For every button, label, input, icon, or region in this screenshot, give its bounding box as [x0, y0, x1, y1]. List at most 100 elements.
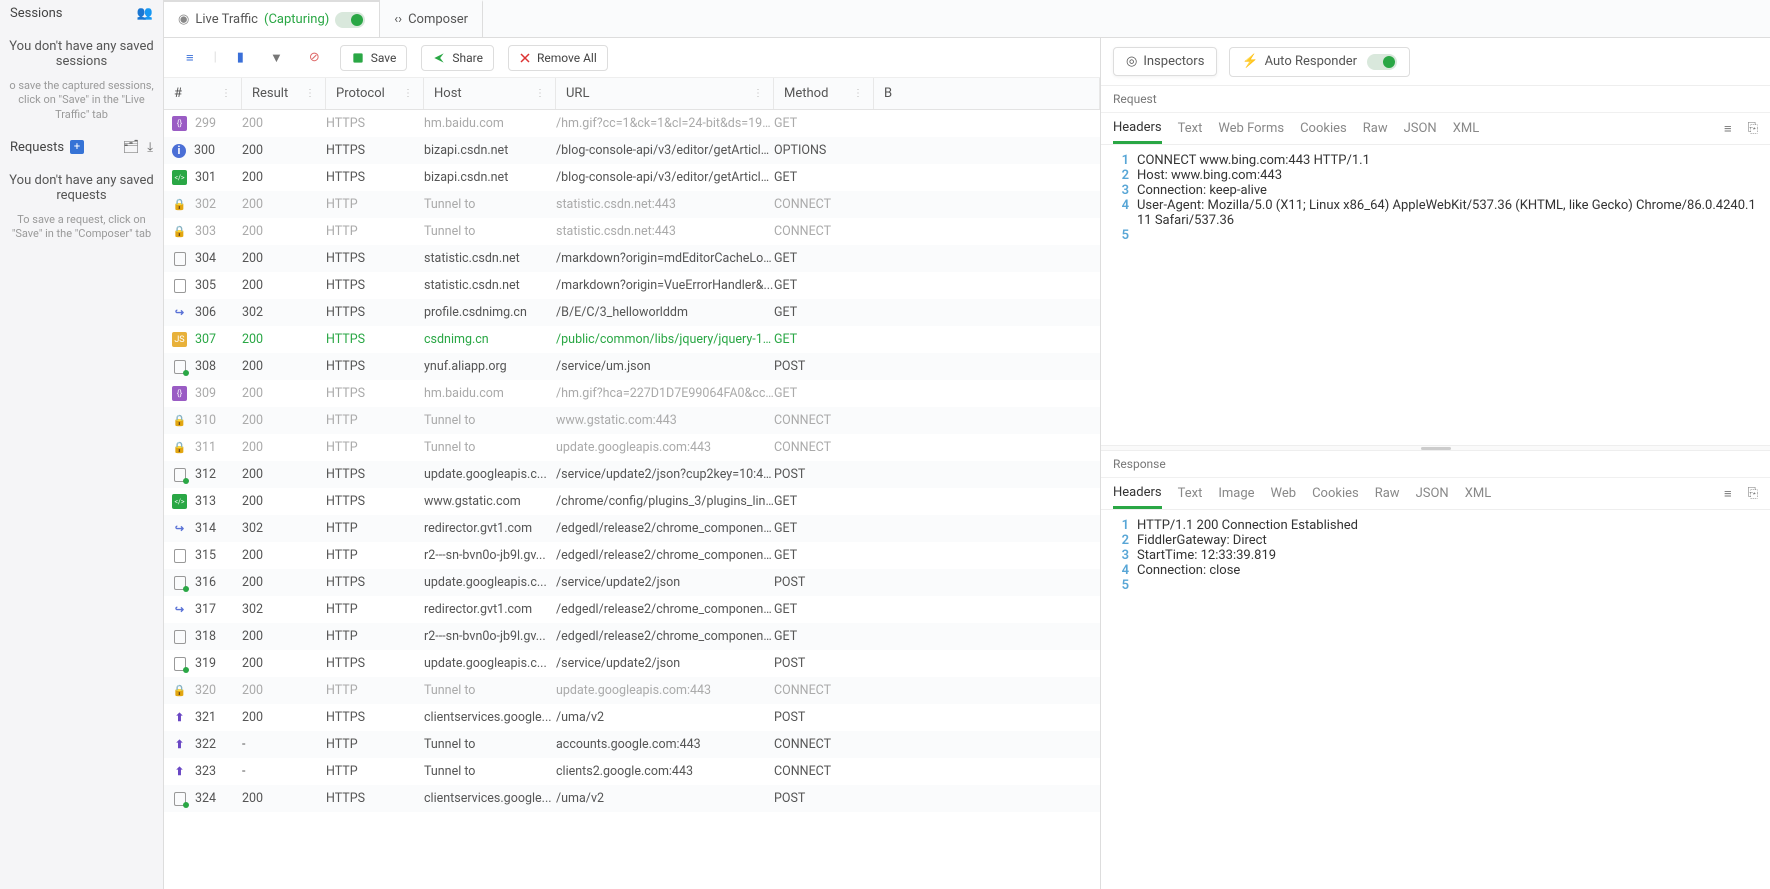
filter-icon[interactable]: ▼: [264, 46, 289, 70]
stream-icon[interactable]: ≡: [180, 46, 200, 70]
inspector-subtab[interactable]: Headers: [1113, 114, 1162, 144]
col-index[interactable]: #⋮: [164, 78, 242, 109]
composer-icon: ‹›: [394, 12, 402, 27]
add-request-icon[interactable]: +: [70, 140, 84, 154]
requests-import-icon[interactable]: ⤓: [147, 140, 153, 155]
inspector-panel: ◎ Inspectors ⚡ Auto Responder Request He…: [1100, 38, 1770, 889]
table-row[interactable]: </>313200HTTPSwww.gstatic.com/chrome/con…: [164, 488, 1100, 515]
table-row[interactable]: 304200HTTPSstatistic.csdn.net/markdown?o…: [164, 245, 1100, 272]
inspector-subtab[interactable]: Cookies: [1300, 115, 1347, 142]
table-row[interactable]: 315200HTTPr2---sn-bvn0o-jb9l.gv.../edged…: [164, 542, 1100, 569]
share-button[interactable]: Share: [421, 45, 494, 71]
autoresponder-label: Auto Responder: [1265, 54, 1357, 69]
sessions-empty: You don't have any saved sessions: [0, 27, 163, 75]
table-row[interactable]: ⬆321200HTTPSclientservices.google.../uma…: [164, 704, 1100, 731]
table-row[interactable]: {}309200HTTPShm.baidu.com/hm.gif?hca=227…: [164, 380, 1100, 407]
inspector-subtab[interactable]: Text: [1178, 115, 1203, 142]
sessions-hint: o save the captured sessions, click on "…: [0, 75, 163, 134]
table-row[interactable]: JS307200HTTPScsdnimg.cn/public/common/li…: [164, 326, 1100, 353]
requests-hint: To save a request, click on "Save" in th…: [0, 209, 163, 254]
popout-icon[interactable]: ⎘: [1748, 486, 1758, 501]
inspector-tabs: ◎ Inspectors ⚡ Auto Responder: [1101, 38, 1770, 86]
table-row[interactable]: ↪317302HTTPredirector.gvt1.com/edgedl/re…: [164, 596, 1100, 623]
table-row[interactable]: 🔒311200HTTPTunnel toupdate.googleapis.co…: [164, 434, 1100, 461]
col-extra[interactable]: B: [874, 78, 1100, 109]
share-label: Share: [452, 51, 483, 65]
requests-folder-icon[interactable]: 🗂: [123, 140, 140, 155]
table-row[interactable]: 316200HTTPSupdate.googleapis.c.../servic…: [164, 569, 1100, 596]
request-headers-view[interactable]: 1CONNECT www.bing.com:443 HTTP/1.12Host:…: [1101, 145, 1770, 445]
tab-composer-label: Composer: [408, 12, 468, 27]
col-protocol[interactable]: Protocol⋮: [326, 78, 424, 109]
save-button[interactable]: Save: [340, 45, 408, 71]
requests-header[interactable]: Requests + 🗂 ⤓: [0, 134, 163, 161]
inspectors-label: Inspectors: [1143, 54, 1204, 69]
main-tabs: ◉ Live Traffic (Capturing) ‹› Composer: [164, 0, 1770, 38]
sidebar: Sessions 👥 You don't have any saved sess…: [0, 0, 164, 889]
table-row[interactable]: 🔒303200HTTPTunnel tostatistic.csdn.net:4…: [164, 218, 1100, 245]
table-row[interactable]: 🔒320200HTTPTunnel toupdate.googleapis.co…: [164, 677, 1100, 704]
col-method[interactable]: Method⋮: [774, 78, 874, 109]
col-url[interactable]: URL⋮: [556, 78, 774, 109]
table-row[interactable]: {}299200HTTPShm.baidu.com/hm.gif?cc=1&ck…: [164, 110, 1100, 137]
inspector-subtab[interactable]: Headers: [1113, 479, 1162, 509]
main: ◉ Live Traffic (Capturing) ‹› Composer ≡…: [164, 0, 1770, 889]
table-row[interactable]: 🔒302200HTTPTunnel tostatistic.csdn.net:4…: [164, 191, 1100, 218]
popout-icon[interactable]: ⎘: [1748, 121, 1758, 136]
toggle-icon[interactable]: ▮: [231, 46, 250, 69]
inspector-subtab[interactable]: JSON: [1404, 115, 1437, 142]
table-row[interactable]: ↪314302HTTPredirector.gvt1.com/edgedl/re…: [164, 515, 1100, 542]
capturing-label: (Capturing): [264, 12, 329, 27]
tab-composer[interactable]: ‹› Composer: [380, 0, 483, 37]
inspector-subtab[interactable]: Text: [1178, 480, 1203, 507]
tab-live-traffic[interactable]: ◉ Live Traffic (Capturing): [164, 0, 380, 37]
inspector-subtab[interactable]: Cookies: [1312, 480, 1359, 507]
inspector-subtab[interactable]: Raw: [1375, 480, 1400, 507]
sessions-grid[interactable]: {}299200HTTPShm.baidu.com/hm.gif?cc=1&ck…: [164, 110, 1100, 889]
col-host[interactable]: Host⋮: [424, 78, 556, 109]
table-row[interactable]: ⬆322-HTTPTunnel toaccounts.google.com:44…: [164, 731, 1100, 758]
requests-empty: You don't have any saved requests: [0, 161, 163, 209]
inspector-subtab[interactable]: Web: [1271, 480, 1297, 507]
table-row[interactable]: 🔒310200HTTPTunnel towww.gstatic.com:443C…: [164, 407, 1100, 434]
remove-all-button[interactable]: Remove All: [508, 45, 608, 71]
request-section-label: Request: [1101, 86, 1770, 113]
inspector-subtab[interactable]: XML: [1453, 115, 1480, 142]
requests-label: Requests: [10, 140, 64, 155]
save-label: Save: [371, 51, 397, 65]
table-row[interactable]: ↪306302HTTPSprofile.csdnimg.cn/B/E/C/3_h…: [164, 299, 1100, 326]
response-section-label: Response: [1101, 451, 1770, 478]
inspector-subtab[interactable]: Web Forms: [1218, 115, 1284, 142]
table-row[interactable]: 308200HTTPSynuf.aliapp.org/service/um.js…: [164, 353, 1100, 380]
remove-label: Remove All: [537, 51, 597, 65]
response-tabs: Headers Text Image Web Cookies Raw JSON XML ≡ ⎘: [1101, 478, 1770, 510]
table-row[interactable]: 319200HTTPSupdate.googleapis.c.../servic…: [164, 650, 1100, 677]
wrap-icon[interactable]: ≡: [1724, 121, 1732, 137]
table-row[interactable]: 324200HTTPSclientservices.google.../uma/…: [164, 785, 1100, 812]
table-row[interactable]: 318200HTTPr2---sn-bvn0o-jb9l.gv.../edged…: [164, 623, 1100, 650]
columns-header: #⋮ Result⋮ Protocol⋮ Host⋮ URL⋮ Method⋮ …: [164, 78, 1100, 110]
autoresponder-toggle[interactable]: [1367, 54, 1397, 70]
sessions-users-icon[interactable]: 👥: [137, 6, 153, 21]
tab-inspectors[interactable]: ◎ Inspectors: [1113, 47, 1217, 76]
table-row[interactable]: </>301200HTTPSbizapi.csdn.net/blog-conso…: [164, 164, 1100, 191]
wrap-icon[interactable]: ≡: [1724, 486, 1732, 502]
inspector-subtab[interactable]: Raw: [1363, 115, 1388, 142]
clear-filter-icon[interactable]: ⊘: [303, 46, 326, 69]
sessions-label: Sessions: [10, 6, 63, 21]
tab-autoresponder[interactable]: ⚡ Auto Responder: [1229, 47, 1410, 77]
table-row[interactable]: 312200HTTPSupdate.googleapis.c.../servic…: [164, 461, 1100, 488]
inspector-subtab[interactable]: XML: [1465, 480, 1492, 507]
table-row[interactable]: 305200HTTPSstatistic.csdn.net/markdown?o…: [164, 272, 1100, 299]
capturing-toggle[interactable]: [335, 12, 365, 28]
response-headers-view[interactable]: 1HTTP/1.1 200 Connection Established2Fid…: [1101, 510, 1770, 889]
toolbar: ≡ | ▮ ▼ ⊘ Save Share Remove Al: [164, 38, 1100, 78]
eye-icon: ◉: [178, 12, 189, 27]
table-row[interactable]: i300200HTTPSbizapi.csdn.net/blog-console…: [164, 137, 1100, 164]
col-result[interactable]: Result⋮: [242, 78, 326, 109]
table-row[interactable]: ⬆323-HTTPTunnel toclients2.google.com:44…: [164, 758, 1100, 785]
inspector-subtab[interactable]: JSON: [1416, 480, 1449, 507]
inspector-subtab[interactable]: Image: [1218, 480, 1254, 507]
sessions-header[interactable]: Sessions 👥: [0, 0, 163, 27]
tab-live-label: Live Traffic: [195, 12, 258, 27]
